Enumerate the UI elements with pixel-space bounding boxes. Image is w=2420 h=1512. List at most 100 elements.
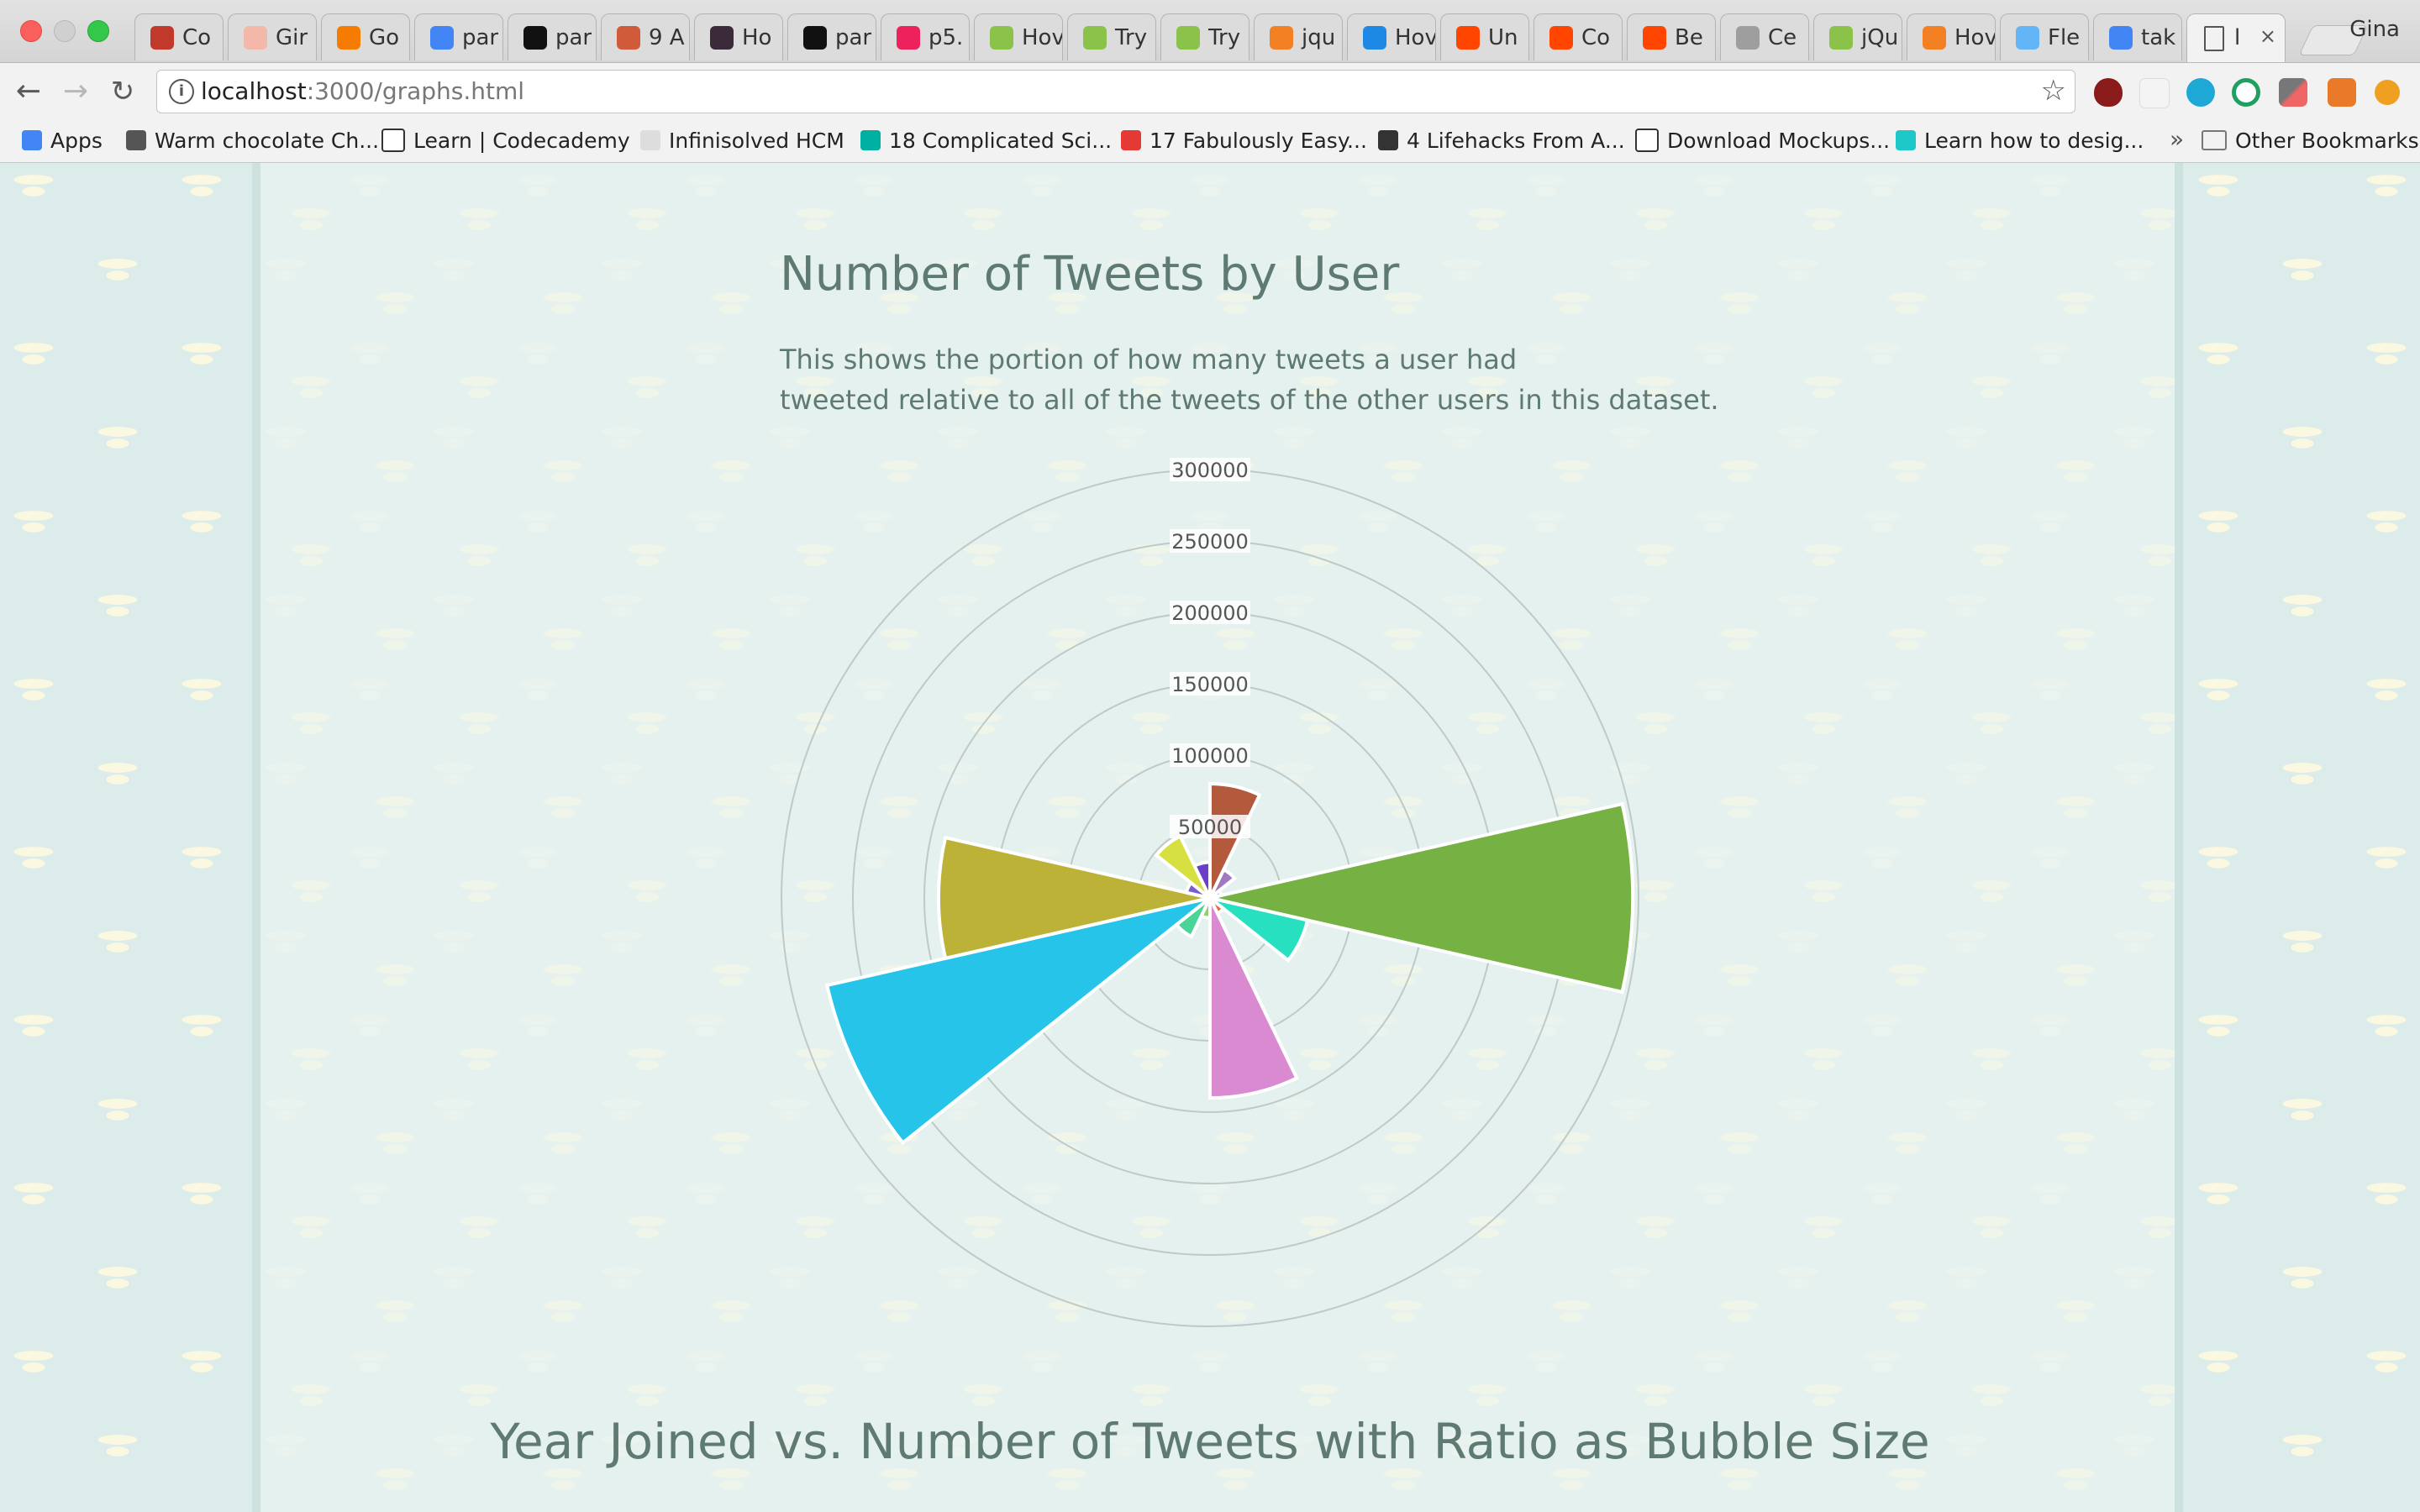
browser-tab[interactable]: Co	[1534, 13, 1623, 60]
window-minimize-button[interactable]	[54, 20, 76, 42]
close-tab-icon[interactable]: ×	[2260, 24, 2276, 48]
tab-favicon-icon	[2109, 26, 2133, 50]
tab-favicon-icon	[2016, 26, 2039, 50]
tab-favicon-icon	[1363, 26, 1386, 50]
tick-label: 300000	[1171, 459, 1249, 482]
bookmark-item[interactable]: 4 Lifehacks From A...	[1378, 120, 1625, 162]
browser-tab[interactable]: Co	[134, 13, 224, 60]
next-section-title: Year Joined vs. Number of Tweets with Ra…	[490, 1413, 1930, 1470]
bookmark-favicon-icon	[1896, 130, 1916, 150]
browser-tab[interactable]: Be	[1627, 13, 1716, 60]
chart-description: This shows the portion of how many tweet…	[780, 339, 1788, 420]
tab-title: Try	[1208, 25, 1241, 50]
tab-favicon-icon	[1643, 26, 1666, 50]
back-icon[interactable]: ←	[12, 75, 45, 108]
browser-tab[interactable]: Try	[1160, 13, 1249, 60]
tab-title: Hov	[1954, 25, 1996, 50]
reload-icon[interactable]: ↻	[106, 75, 139, 108]
profile-name[interactable]: Gina	[2349, 17, 2400, 42]
browser-tab[interactable]: jQu	[1813, 13, 1902, 60]
chart-title: Number of Tweets by User	[780, 247, 1400, 302]
browser-tab[interactable]: p5.	[881, 13, 970, 60]
browser-tab[interactable]: Ho	[694, 13, 783, 60]
bookmark-favicon-icon	[381, 129, 405, 152]
bookmark-star-icon[interactable]: ☆	[2041, 74, 2066, 108]
bookmarks-bar: » Other Bookmarks Apps Warm chocolate Ch.…	[0, 120, 2420, 163]
tab-title: par	[462, 25, 499, 50]
other-bookmarks-folder[interactable]: Other Bookmarks	[2202, 120, 2419, 162]
tab-title: Try	[1115, 25, 1148, 50]
extension-icon[interactable]	[2139, 78, 2170, 108]
browser-tab[interactable]: Ce	[1720, 13, 1809, 60]
tab-favicon-icon	[803, 26, 827, 50]
tab-title: jQu	[1861, 25, 1899, 50]
browser-tab[interactable]: Un	[1440, 13, 1529, 60]
tab-title: Go	[369, 25, 400, 50]
bookmark-item[interactable]: Learn | Codecademy	[381, 120, 630, 162]
polar-area-chart[interactable]: 50000 100000 150000 200000 250000 300000	[756, 449, 1731, 1423]
forward-icon[interactable]: →	[59, 75, 92, 108]
bookmarks-overflow-icon[interactable]: »	[2170, 120, 2184, 159]
browser-tab[interactable]: jqu	[1254, 13, 1343, 60]
tab-favicon-icon	[1549, 26, 1573, 50]
browser-tab[interactable]: Try	[1067, 13, 1156, 60]
address-bar[interactable]: i localhost:3000/graphs.html ☆	[156, 70, 2075, 113]
tab-favicon-icon	[897, 26, 920, 50]
tab-favicon-icon	[244, 26, 267, 50]
bookmark-item[interactable]: 18 Complicated Sci...	[860, 120, 1112, 162]
bookmark-item[interactable]: Learn how to desig...	[1896, 120, 2144, 162]
tick-label: 100000	[1171, 744, 1249, 768]
bookmark-label: 18 Complicated Sci...	[889, 129, 1113, 153]
bookmark-item[interactable]: 17 Fabulously Easy...	[1121, 120, 1367, 162]
tab-title: jqu	[1302, 25, 1336, 50]
browser-tab[interactable]: Hov	[974, 13, 1063, 60]
page-viewport: Number of Tweets by User This shows the …	[0, 163, 2420, 1512]
tab-favicon-icon	[710, 26, 734, 50]
tab-favicon-icon	[1176, 26, 1200, 50]
bookmark-label: Learn how to desig...	[1924, 129, 2144, 153]
bookmark-favicon-icon	[1121, 130, 1141, 150]
off-extension-icon[interactable]	[2328, 78, 2356, 107]
browser-tab[interactable]: Hov	[1907, 13, 1996, 60]
url-text[interactable]: localhost:3000/graphs.html	[201, 71, 524, 113]
bookmark-label: 4 Lifehacks From A...	[1407, 129, 1625, 153]
tab-title: Co	[182, 25, 212, 50]
browser-tab[interactable]: par	[508, 13, 597, 60]
tab-favicon-icon	[337, 26, 360, 50]
site-info-icon[interactable]: i	[169, 79, 194, 104]
active-tab[interactable]: l ×	[2186, 13, 2286, 62]
tick-label: 150000	[1171, 673, 1249, 696]
bookmark-favicon-icon	[1378, 130, 1398, 150]
window-maximize-button[interactable]	[87, 20, 109, 42]
bookmark-item[interactable]: Apps	[22, 120, 103, 162]
tab-title: Be	[1675, 25, 1703, 50]
browser-tab[interactable]: Fle	[2000, 13, 2089, 60]
bookmark-label: 17 Fabulously Easy...	[1150, 129, 1367, 153]
window-close-button[interactable]	[20, 20, 42, 42]
tab-favicon-icon	[1456, 26, 1480, 50]
browser-tab[interactable]: par	[414, 13, 503, 60]
bookmark-item[interactable]: Infinisolved HCM	[640, 120, 844, 162]
polar-segment[interactable]	[1209, 801, 1635, 995]
browser-tab[interactable]: 9 A	[601, 13, 690, 60]
browser-tab[interactable]: Go	[321, 13, 410, 60]
browser-tab[interactable]: tak	[2093, 13, 2182, 60]
bookmark-item[interactable]: Warm chocolate Ch...	[126, 120, 379, 162]
tab-favicon-icon	[1270, 26, 1293, 50]
other-bookmarks-label: Other Bookmarks	[2235, 129, 2419, 153]
tab-title: Ho	[742, 25, 772, 50]
browser-tab[interactable]: Gir	[228, 13, 317, 60]
tick-label: 200000	[1171, 601, 1249, 625]
ghostery-extension-icon[interactable]	[2186, 78, 2215, 107]
update-extension-icon[interactable]	[2375, 80, 2400, 105]
bookmark-item[interactable]: Download Mockups...	[1635, 120, 1890, 162]
browser-tab[interactable]: Hov	[1347, 13, 1436, 60]
grammarly-extension-icon[interactable]	[2232, 78, 2260, 107]
tick-label: 50000	[1178, 816, 1242, 839]
description-line-2: tweeted relative to all of the tweets of…	[780, 384, 1719, 416]
color-picker-extension-icon[interactable]	[2279, 78, 2307, 107]
bookmark-label: Download Mockups...	[1667, 129, 1891, 153]
ublock-extension-icon[interactable]	[2094, 78, 2123, 107]
browser-tab[interactable]: par	[787, 13, 876, 60]
tick-label: 250000	[1171, 530, 1249, 554]
